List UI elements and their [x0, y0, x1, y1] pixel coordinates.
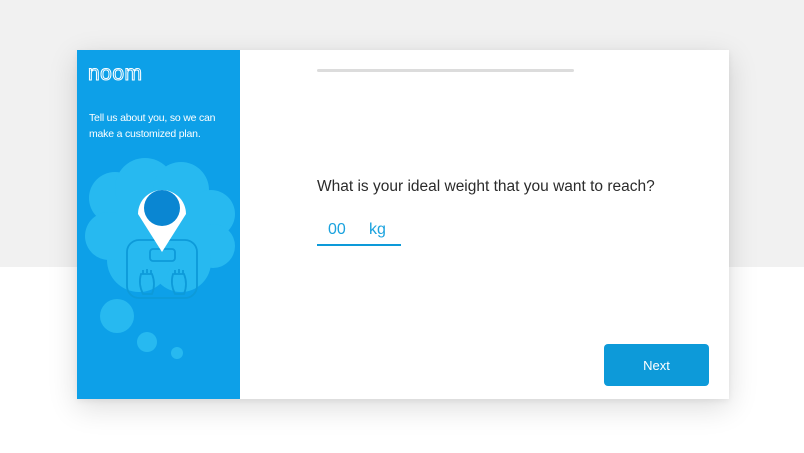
weight-value[interactable]: 00 [328, 221, 346, 239]
scale-location-pin-icon [85, 158, 235, 359]
onboarding-card: noom Tell us about you, so we can make a… [77, 50, 729, 399]
progress-bar [317, 69, 574, 72]
question-panel: What is your ideal weight that you want … [240, 50, 729, 399]
thought-bubble-medium [137, 332, 157, 352]
weight-input[interactable]: 00 kg [317, 219, 401, 246]
weight-unit-label: kg [369, 221, 386, 238]
thought-bubble-large [100, 299, 134, 333]
thought-bubble-small [171, 347, 183, 359]
sidebar-panel: noom Tell us about you, so we can make a… [77, 50, 240, 399]
question-text: What is your ideal weight that you want … [317, 178, 655, 195]
next-button[interactable]: Next [604, 344, 709, 386]
